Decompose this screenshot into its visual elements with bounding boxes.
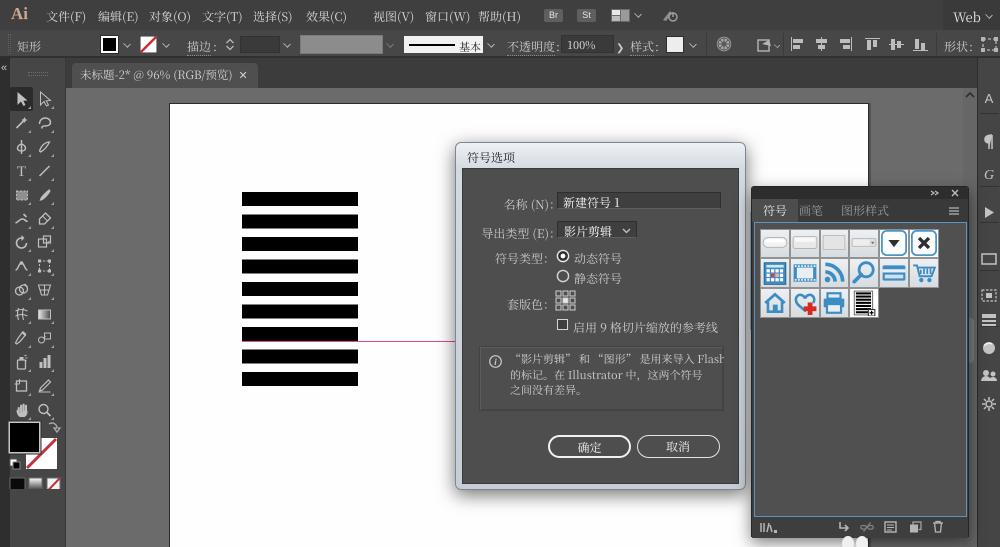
- svg-text:i: i: [494, 357, 497, 367]
- svg-text:A: A: [985, 92, 994, 106]
- svg-text:G: G: [984, 168, 994, 183]
- svg-text:T: T: [17, 164, 26, 179]
